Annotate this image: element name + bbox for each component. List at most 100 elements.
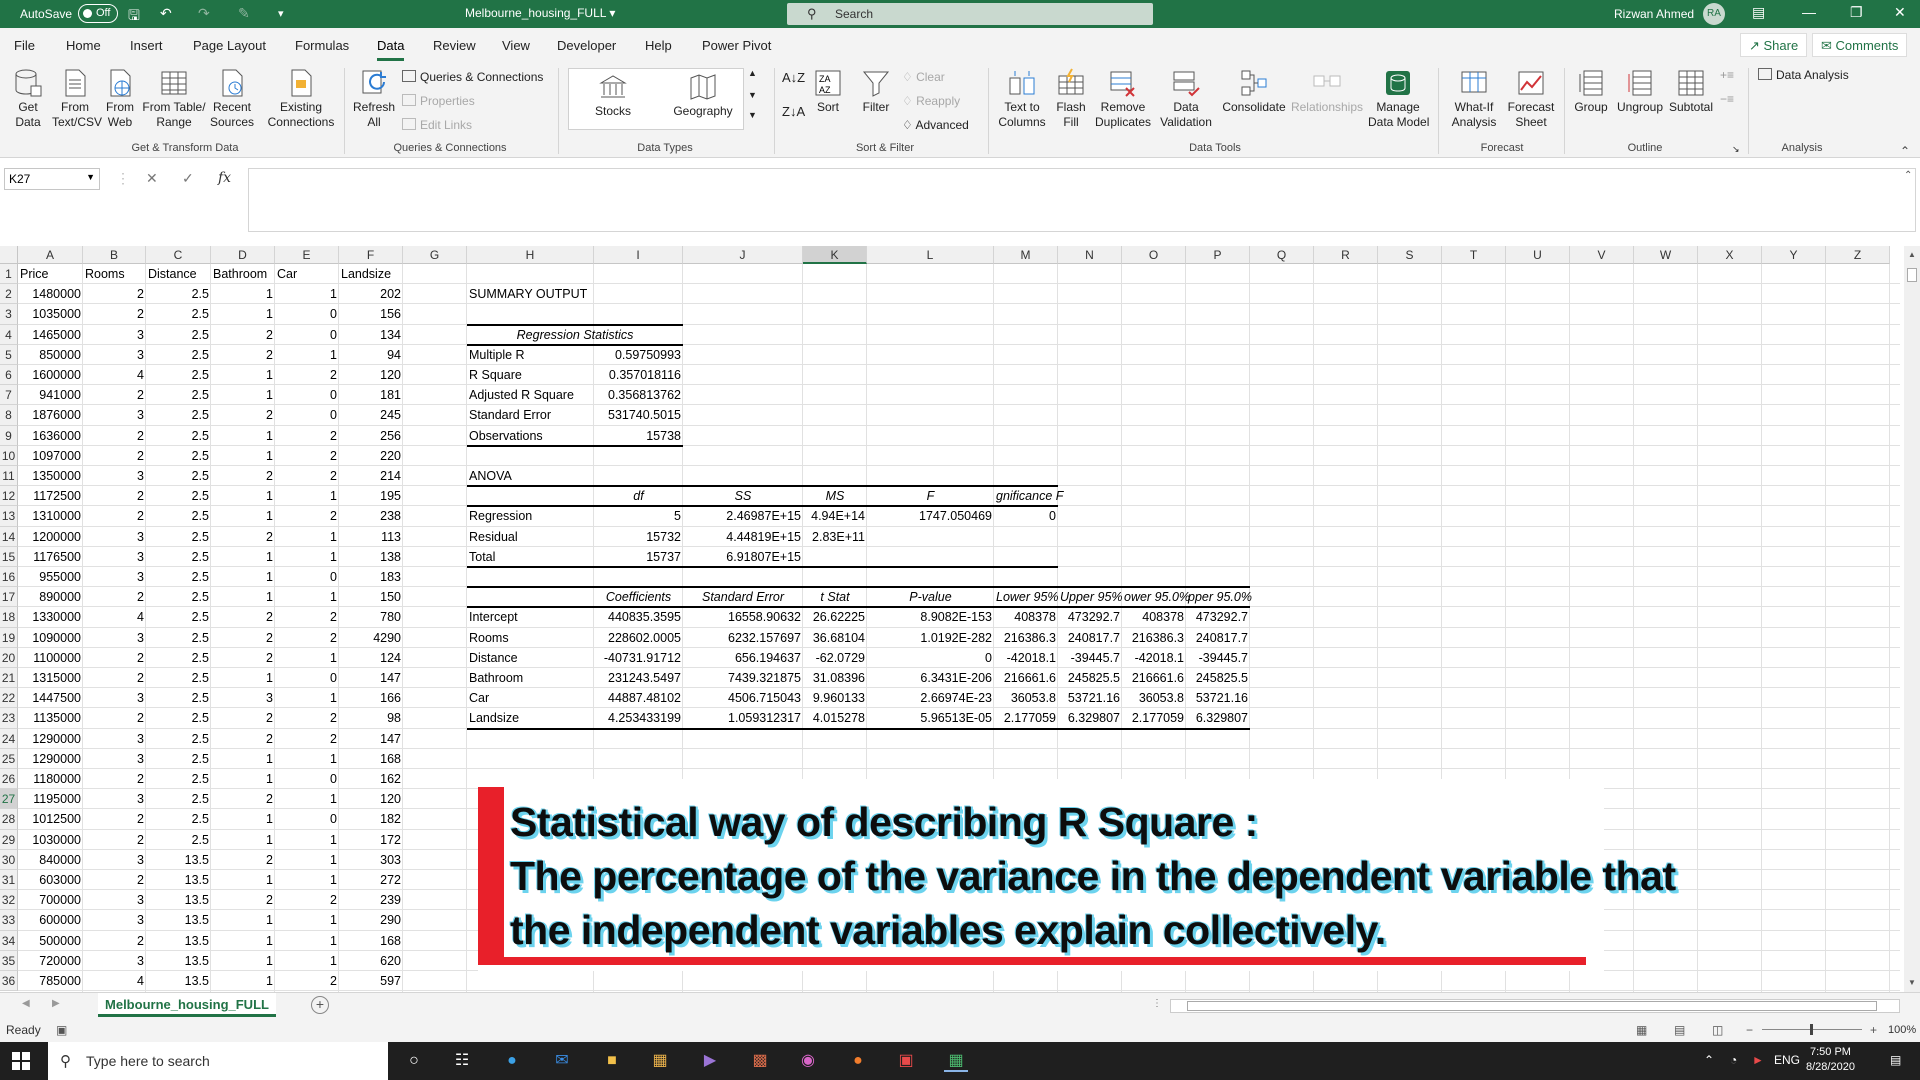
file-explorer-icon[interactable]: ■: [600, 1050, 624, 1072]
reapply-button[interactable]: ♢ Reapply: [902, 94, 960, 108]
cell-c17[interactable]: 2.5: [146, 587, 211, 607]
prev-sheet-icon[interactable]: ◀: [22, 998, 30, 1009]
row-header-2[interactable]: 2: [0, 284, 18, 305]
coef-value[interactable]: 240817.7: [1186, 628, 1250, 648]
cell-a31[interactable]: 603000: [18, 870, 83, 890]
row-header-14[interactable]: 14: [0, 526, 18, 547]
cell-a5[interactable]: 850000: [18, 345, 83, 365]
row-header-21[interactable]: 21: [0, 668, 18, 689]
clear-filter-button[interactable]: ♢ Clear: [902, 70, 945, 84]
cell-a9[interactable]: 1636000: [18, 426, 83, 446]
select-all-corner[interactable]: [0, 246, 18, 264]
cell-b17[interactable]: 2: [83, 587, 146, 607]
cell-f17[interactable]: 150: [339, 587, 403, 607]
cell-f32[interactable]: 239: [339, 890, 403, 910]
cell-c25[interactable]: 2.5: [146, 749, 211, 769]
coef-value[interactable]: 5.96513E-05: [867, 708, 994, 728]
cell-a15[interactable]: 1176500: [18, 547, 83, 567]
row-header-22[interactable]: 22: [0, 688, 18, 709]
coef-value[interactable]: 6.3431E-206: [867, 668, 994, 688]
coef-header[interactable]: P-value: [867, 587, 994, 607]
column-header-n[interactable]: N: [1058, 246, 1122, 264]
coef-header[interactable]: Coefficients: [594, 587, 683, 607]
cell-f5[interactable]: 94: [339, 345, 403, 365]
reg-stat-value[interactable]: 15738: [594, 426, 683, 446]
cell-c14[interactable]: 2.5: [146, 527, 211, 547]
geography-button[interactable]: Geography: [668, 72, 738, 119]
column-header-p[interactable]: P: [1186, 246, 1250, 264]
cell-b9[interactable]: 2: [83, 426, 146, 446]
row-header-9[interactable]: 9: [0, 425, 18, 446]
existing-connections-button[interactable]: Existing Connections: [264, 68, 338, 130]
cell-b36[interactable]: 4: [83, 971, 146, 991]
row-header-34[interactable]: 34: [0, 930, 18, 951]
mail-icon[interactable]: ✉: [550, 1050, 574, 1072]
properties-button[interactable]: Properties: [402, 94, 475, 108]
cell-a6[interactable]: 1600000: [18, 365, 83, 385]
cell-c16[interactable]: 2.5: [146, 567, 211, 587]
cell-f36[interactable]: 597: [339, 971, 403, 991]
row-header-18[interactable]: 18: [0, 607, 18, 628]
cell-e13[interactable]: 2: [275, 506, 339, 526]
cell-e16[interactable]: 0: [275, 567, 339, 587]
cell-d14[interactable]: 2: [211, 527, 275, 547]
coef-value[interactable]: 473292.7: [1186, 607, 1250, 627]
data-analysis-button[interactable]: Data Analysis: [1758, 68, 1849, 82]
cell-b19[interactable]: 3: [83, 628, 146, 648]
get-data-button[interactable]: Get Data: [6, 68, 50, 130]
row-header-35[interactable]: 35: [0, 950, 18, 971]
anova-row-label[interactable]: Regression: [467, 506, 594, 526]
header-cell-f[interactable]: Landsize: [339, 264, 403, 284]
anova-value[interactable]: 6.91807E+15: [683, 547, 803, 567]
column-header-e[interactable]: E: [275, 246, 339, 264]
cell-a25[interactable]: 1290000: [18, 749, 83, 769]
cell-b32[interactable]: 3: [83, 890, 146, 910]
cell-c19[interactable]: 2.5: [146, 628, 211, 648]
cell-f20[interactable]: 124: [339, 648, 403, 668]
cell-e28[interactable]: 0: [275, 809, 339, 829]
coef-value[interactable]: 53721.16: [1186, 688, 1250, 708]
header-cell-b[interactable]: Rooms: [83, 264, 146, 284]
cell-f30[interactable]: 303: [339, 850, 403, 870]
cell-f3[interactable]: 156: [339, 304, 403, 324]
cell-d19[interactable]: 2: [211, 628, 275, 648]
cell-d33[interactable]: 1: [211, 910, 275, 930]
row-header-29[interactable]: 29: [0, 829, 18, 850]
firefox-icon[interactable]: ●: [846, 1050, 870, 1072]
cell-e12[interactable]: 1: [275, 486, 339, 506]
cell-e21[interactable]: 0: [275, 668, 339, 688]
cell-b5[interactable]: 3: [83, 345, 146, 365]
tab-page-layout[interactable]: Page Layout: [193, 38, 266, 53]
column-header-v[interactable]: V: [1570, 246, 1634, 264]
cell-a16[interactable]: 955000: [18, 567, 83, 587]
cell-f27[interactable]: 120: [339, 789, 403, 809]
coef-value[interactable]: 53721.16: [1058, 688, 1122, 708]
cell-c26[interactable]: 2.5: [146, 769, 211, 789]
cell-c18[interactable]: 2.5: [146, 607, 211, 627]
cell-d31[interactable]: 1: [211, 870, 275, 890]
cell-c13[interactable]: 2.5: [146, 506, 211, 526]
anova-header[interactable]: gnificance F: [994, 486, 1063, 506]
zoom-in-icon[interactable]: +: [1870, 1023, 1877, 1037]
cell-d22[interactable]: 3: [211, 688, 275, 708]
cell-b2[interactable]: 2: [83, 284, 146, 304]
cell-c10[interactable]: 2.5: [146, 446, 211, 466]
column-header-y[interactable]: Y: [1762, 246, 1826, 264]
column-header-f[interactable]: F: [339, 246, 403, 264]
tab-review[interactable]: Review: [433, 38, 476, 53]
column-header-c[interactable]: C: [146, 246, 211, 264]
cell-d23[interactable]: 2: [211, 708, 275, 728]
anova-value[interactable]: 15732: [594, 527, 683, 547]
coef-value[interactable]: 44887.48102: [594, 688, 683, 708]
cell-e17[interactable]: 1: [275, 587, 339, 607]
cell-f23[interactable]: 98: [339, 708, 403, 728]
manage-data-model-button[interactable]: Manage Data Model: [1368, 68, 1429, 130]
tab-help[interactable]: Help: [645, 38, 672, 53]
header-cell-e[interactable]: Car: [275, 264, 339, 284]
header-cell-d[interactable]: Bathroom: [211, 264, 275, 284]
cell-a21[interactable]: 1315000: [18, 668, 83, 688]
cell-c36[interactable]: 13.5: [146, 971, 211, 991]
anova-row-label[interactable]: Residual: [467, 527, 594, 547]
reg-stat-label[interactable]: Adjusted R Square: [467, 385, 594, 405]
coef-value[interactable]: 216386.3: [1122, 628, 1186, 648]
